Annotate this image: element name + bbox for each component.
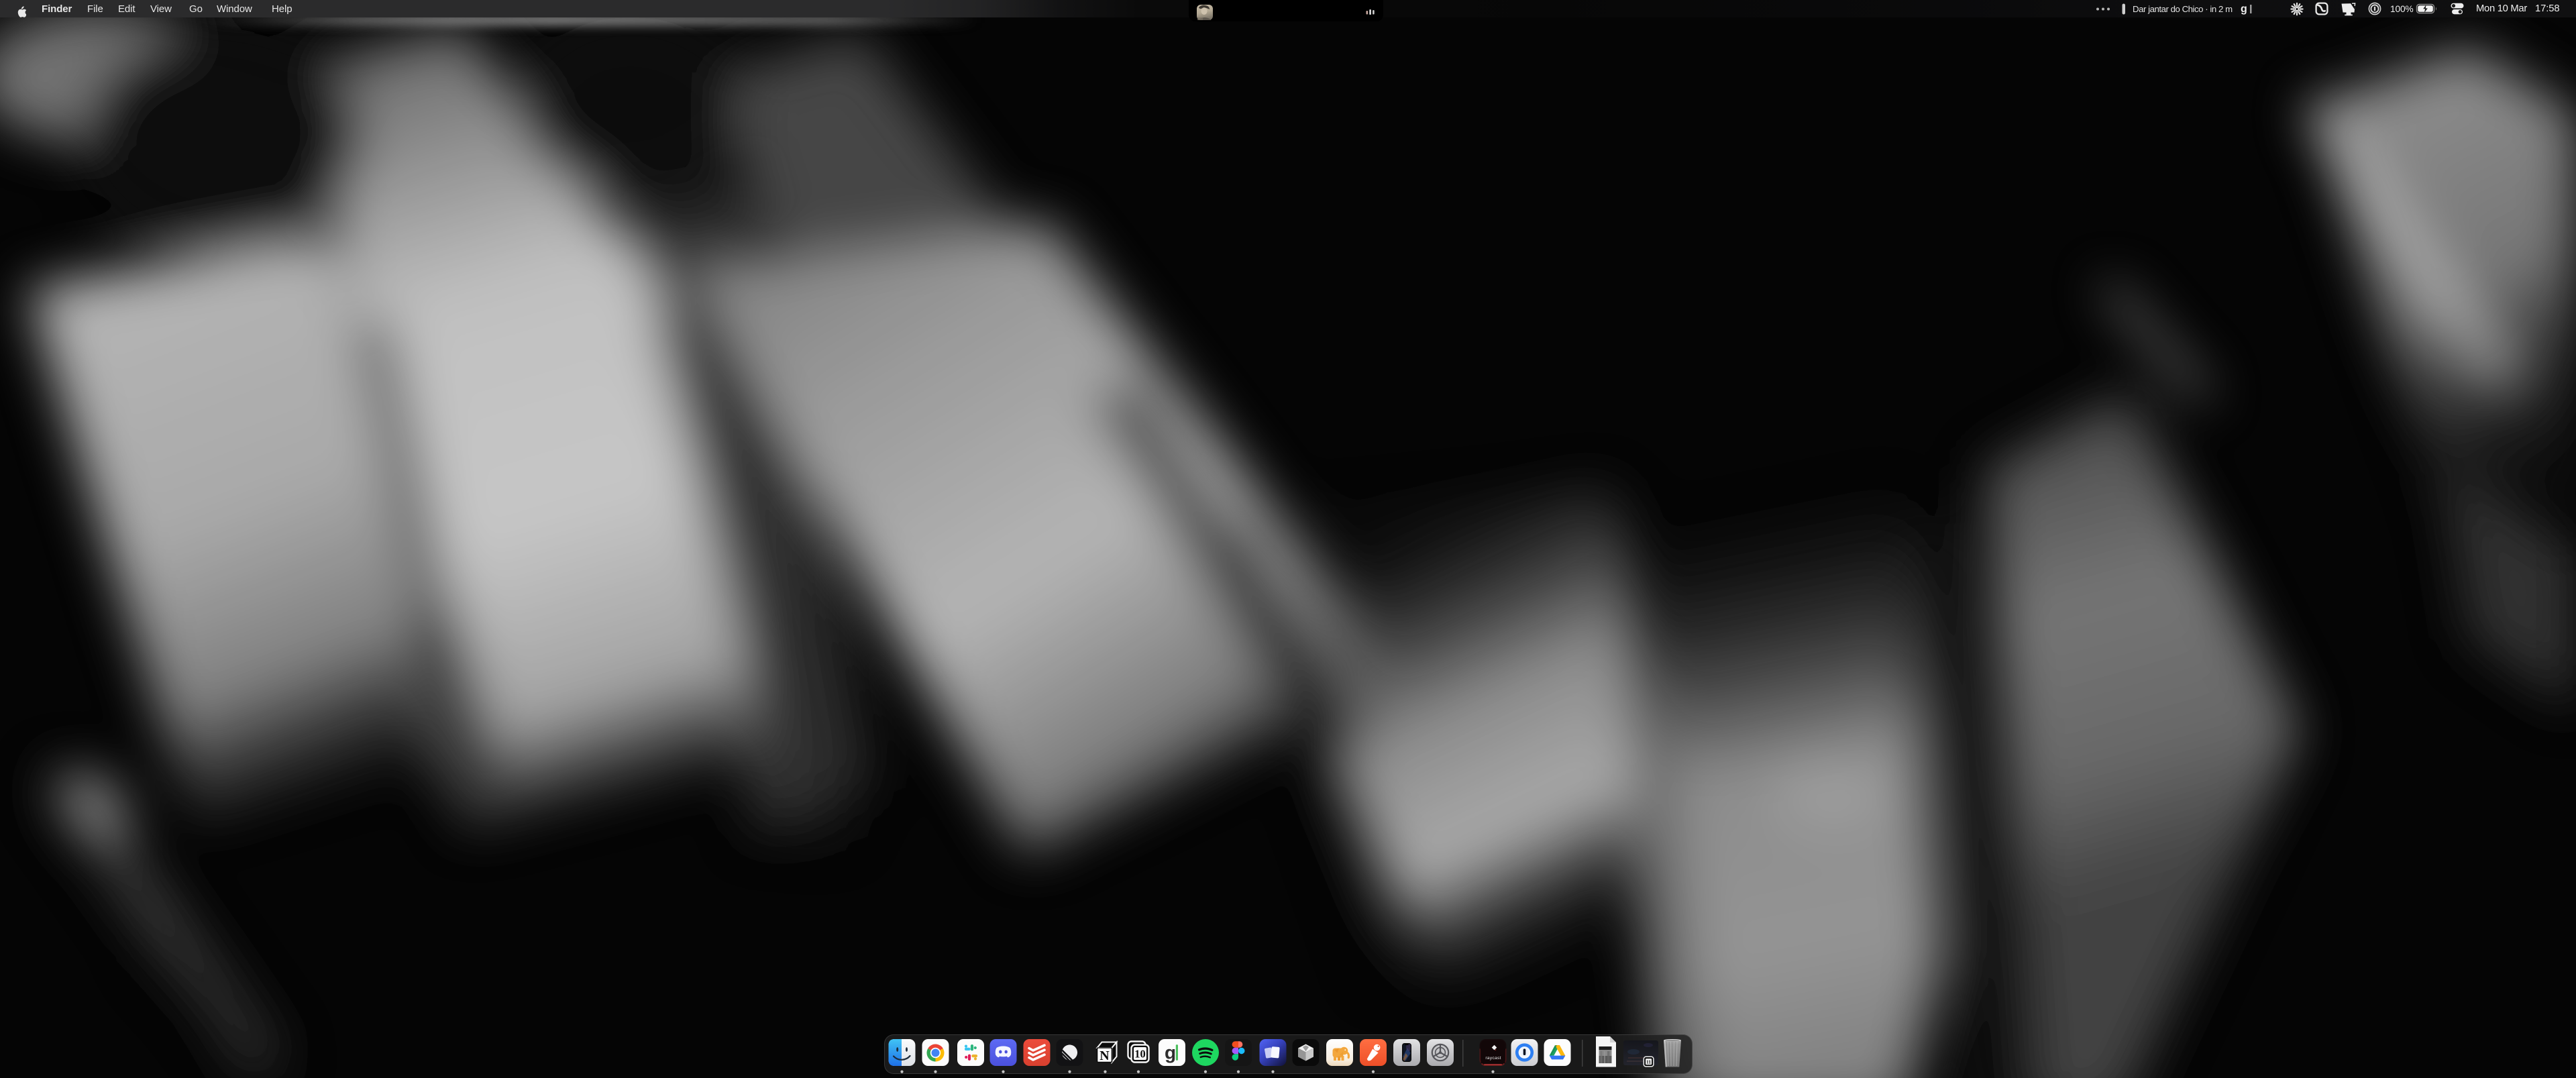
svg-text:10: 10	[1134, 1048, 1146, 1061]
svg-text:11: 11	[1646, 1059, 1651, 1065]
svg-text:N: N	[1099, 1048, 1110, 1063]
svg-text:raycast: raycast	[1485, 1056, 1501, 1061]
svg-text:g: g	[1165, 1042, 1176, 1063]
